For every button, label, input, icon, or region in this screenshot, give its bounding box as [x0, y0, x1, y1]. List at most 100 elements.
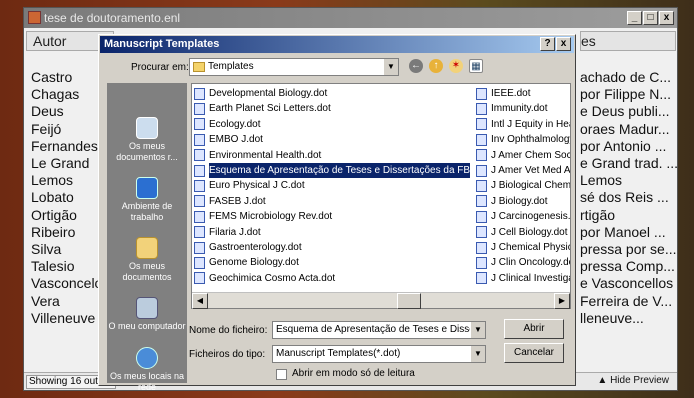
file-name: Environmental Health.dot [209, 149, 322, 161]
file-name: Genome Biology.dot [209, 257, 299, 269]
template-file-icon [194, 87, 205, 100]
file-item[interactable]: Esquema de Apresentação de Teses e Disse… [194, 162, 470, 179]
endnote-app-icon [28, 11, 41, 24]
view-menu-icon[interactable]: ▦ [469, 59, 483, 73]
title-cell[interactable]: achado de C... [580, 69, 680, 86]
place-my-computer[interactable]: O meu computador [107, 297, 187, 332]
back-icon[interactable]: ← [409, 59, 423, 73]
file-item[interactable]: J Biology.dot [476, 194, 570, 209]
place-my-documents[interactable]: Os meus documentos [107, 237, 187, 283]
file-item[interactable]: Geochimica Cosmo Acta.dot [194, 271, 470, 286]
template-file-icon [476, 241, 487, 254]
file-name: Intl J Equity in Health [491, 118, 570, 130]
file-item[interactable]: J Amer Vet Med Assr [476, 163, 570, 178]
close-button[interactable]: x [659, 11, 674, 25]
filetype-label: Ficheiros do tipo: [189, 349, 266, 360]
place-network[interactable]: Os meus locais na rede [107, 347, 187, 393]
chevron-down-icon[interactable]: ▼ [470, 346, 485, 362]
up-folder-icon[interactable]: ↑ [429, 59, 443, 73]
title-cell[interactable]: Lemos [580, 172, 680, 189]
template-file-icon [194, 133, 205, 146]
file-item[interactable]: J Chemical Physics.d [476, 240, 570, 255]
file-item[interactable]: FEMS Microbiology Rev.dot [194, 209, 470, 224]
file-name: J Cell Biology.dot [491, 226, 568, 238]
dialog-close-button[interactable]: x [556, 37, 571, 51]
title-cell[interactable]: e Grand trad. ... [580, 155, 680, 172]
place-recent-documents[interactable]: Os meus documentos r... [107, 117, 187, 163]
file-item[interactable]: J Cell Biology.dot [476, 225, 570, 240]
column-header-title[interactable]: es [580, 31, 676, 51]
file-item[interactable]: Intl J Equity in Health [476, 117, 570, 132]
readonly-label: Abrir em modo só de leitura [292, 368, 415, 379]
place-label: Ambiente de trabalho [121, 201, 173, 222]
filename-input[interactable]: Esquema de Apresentação de Teses e Disse… [272, 321, 486, 339]
look-in-dropdown[interactable]: Templates ▼ [189, 58, 399, 76]
my-documents-icon [136, 237, 158, 259]
file-item[interactable]: EMBO J.dot [194, 132, 470, 147]
title-cell[interactable]: rtigão [580, 207, 680, 224]
scroll-thumb[interactable] [397, 293, 421, 309]
template-file-icon [476, 195, 487, 208]
file-item[interactable]: Inv Ophthalmology V [476, 132, 570, 147]
title-cell[interactable]: pressa por se... [580, 241, 680, 258]
title-cell[interactable]: pressa Comp... [580, 258, 680, 275]
file-item[interactable]: J Amer Chem Society [476, 148, 570, 163]
file-item[interactable]: Gastroenterology.dot [194, 240, 470, 255]
template-file-icon [194, 272, 205, 285]
template-file-icon [476, 103, 487, 116]
readonly-checkbox[interactable] [276, 369, 287, 380]
minimize-button[interactable]: _ [627, 11, 642, 25]
title-cell[interactable]: sé dos Reis ... [580, 189, 680, 206]
template-file-icon [476, 226, 487, 239]
file-list[interactable]: Developmental Biology.dot Earth Planet Sc… [191, 83, 571, 309]
file-item[interactable]: Environmental Health.dot [194, 148, 470, 163]
file-name: Immunity.dot [491, 103, 548, 115]
title-cell[interactable]: por Antonio ... [580, 138, 680, 155]
chevron-down-icon[interactable]: ▼ [383, 59, 398, 75]
file-name: Esquema de Apresentação de Teses e Disse… [209, 162, 470, 179]
look-in-label: Procurar em: [131, 62, 189, 73]
file-item[interactable]: Filaria J.dot [194, 225, 470, 240]
help-button[interactable]: ? [540, 37, 555, 51]
restore-button[interactable]: □ [643, 11, 658, 25]
scroll-right-icon[interactable]: ▶ [554, 293, 570, 309]
template-file-icon [476, 180, 487, 193]
place-label: Os meus locais na rede [109, 371, 185, 392]
title-cell[interactable]: oraes Madur... [580, 121, 680, 138]
open-button[interactable]: Abrir [504, 319, 564, 339]
navigation-toolbar: ← ↑ ✶ ▦ [409, 59, 483, 73]
template-file-icon [476, 210, 487, 223]
title-cell[interactable]: e Vasconcellos [580, 275, 680, 292]
horizontal-scrollbar[interactable]: ◀ ▶ [192, 292, 570, 309]
hide-preview-button[interactable]: ▲ Hide Preview [597, 375, 669, 386]
template-file-icon [194, 210, 205, 223]
hide-preview-label: Hide Preview [610, 375, 669, 386]
file-item[interactable]: Developmental Biology.dot [194, 86, 470, 101]
title-cell[interactable]: e Deus publi... [580, 103, 680, 120]
file-item[interactable]: Genome Biology.dot [194, 255, 470, 270]
scroll-left-icon[interactable]: ◀ [192, 293, 208, 309]
chevron-down-icon[interactable]: ▼ [470, 322, 485, 338]
place-desktop[interactable]: Ambiente de trabalho [107, 177, 187, 223]
file-item[interactable]: Immunity.dot [476, 101, 570, 116]
cancel-button[interactable]: Cancelar [504, 343, 564, 363]
title-cell[interactable]: por Filippe N... [580, 86, 680, 103]
file-item[interactable]: Earth Planet Sci Letters.dot [194, 101, 470, 116]
file-item[interactable]: J Biological Chem.dot [476, 178, 570, 193]
file-item[interactable]: J Clin Oncology.dot [476, 255, 570, 270]
file-item[interactable]: IEEE.dot [476, 86, 570, 101]
new-folder-icon[interactable]: ✶ [449, 59, 463, 73]
file-item[interactable]: FASEB J.dot [194, 194, 470, 209]
template-file-icon [194, 164, 205, 177]
filetype-dropdown[interactable]: Manuscript Templates(*.dot) ▼ [272, 345, 486, 363]
file-item[interactable]: J Carcinogenesis.dot [476, 209, 570, 224]
template-file-icon [476, 87, 487, 100]
file-item[interactable]: Ecology.dot [194, 117, 470, 132]
title-cell[interactable]: Ferreira de V... [580, 293, 680, 310]
file-name: Developmental Biology.dot [209, 88, 328, 99]
file-item[interactable]: J Clinical Investigatio [476, 271, 570, 286]
file-item[interactable]: Euro Physical J C.dot [194, 178, 470, 193]
title-cell[interactable]: lleneuve... [580, 310, 680, 327]
file-name: J Clin Oncology.dot [491, 257, 570, 269]
title-cell[interactable]: por Manoel ... [580, 224, 680, 241]
